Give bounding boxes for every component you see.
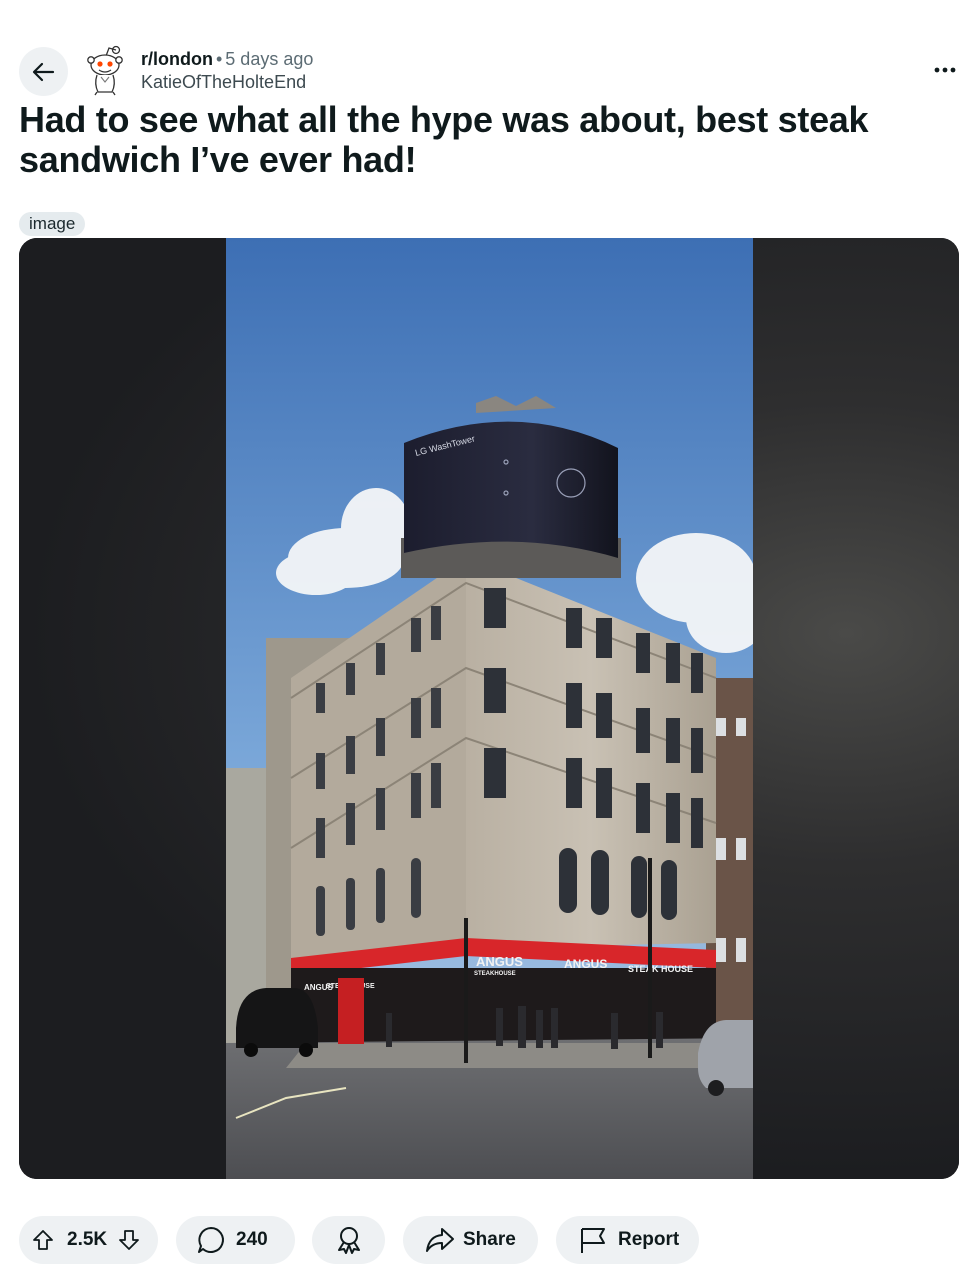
- report-label: Report: [618, 1229, 680, 1250]
- award-icon: [337, 1227, 360, 1254]
- post-meta: r/london • 5 days ago KatieOfTheHolteEnd: [141, 48, 313, 94]
- downvote-arrow-icon[interactable]: [117, 1228, 141, 1252]
- back-button[interactable]: [19, 47, 68, 96]
- share-arrow-icon: [426, 1228, 454, 1252]
- meta-separator: •: [215, 49, 223, 69]
- subreddit-avatar[interactable]: [82, 44, 128, 96]
- post-title: Had to see what all the hype was about, …: [19, 99, 869, 180]
- comment-count: 240: [236, 1229, 268, 1250]
- award-button[interactable]: [312, 1216, 385, 1264]
- shop-sign-4: STEAKHOUSE: [474, 971, 516, 977]
- share-button[interactable]: Share: [403, 1216, 538, 1264]
- share-label: Share: [463, 1229, 516, 1250]
- author-link[interactable]: KatieOfTheHolteEnd: [141, 70, 313, 94]
- shop-sign-5: ANGUS: [564, 957, 607, 971]
- more-horizontal-icon: [934, 67, 956, 73]
- report-button[interactable]: Report: [556, 1216, 699, 1264]
- more-options-button[interactable]: [933, 58, 957, 82]
- upvote-arrow-icon[interactable]: [31, 1228, 55, 1252]
- comment-bubble-icon: [198, 1227, 224, 1253]
- vote-control: 2.5K: [19, 1216, 158, 1264]
- post-flair[interactable]: image: [19, 212, 86, 236]
- street-photo: LG WashTower ANGUS STEAKHOUSE ANGUS STEA…: [226, 238, 753, 1179]
- post-header: r/london • 5 days ago KatieOfTheHolteEnd: [0, 0, 977, 100]
- comments-button[interactable]: 240: [176, 1216, 295, 1264]
- shop-sign-6: STEAK HOUSE: [628, 964, 693, 974]
- shop-sign-3: ANGUS: [476, 954, 523, 969]
- subreddit-link[interactable]: r/london: [141, 49, 213, 69]
- flag-icon: [581, 1228, 605, 1253]
- vote-count: 2.5K: [67, 1229, 108, 1250]
- arrow-left-icon: [32, 62, 54, 81]
- post-image[interactable]: LG WashTower ANGUS STEAKHOUSE ANGUS STEA…: [19, 238, 959, 1179]
- post-timestamp: 5 days ago: [225, 49, 314, 69]
